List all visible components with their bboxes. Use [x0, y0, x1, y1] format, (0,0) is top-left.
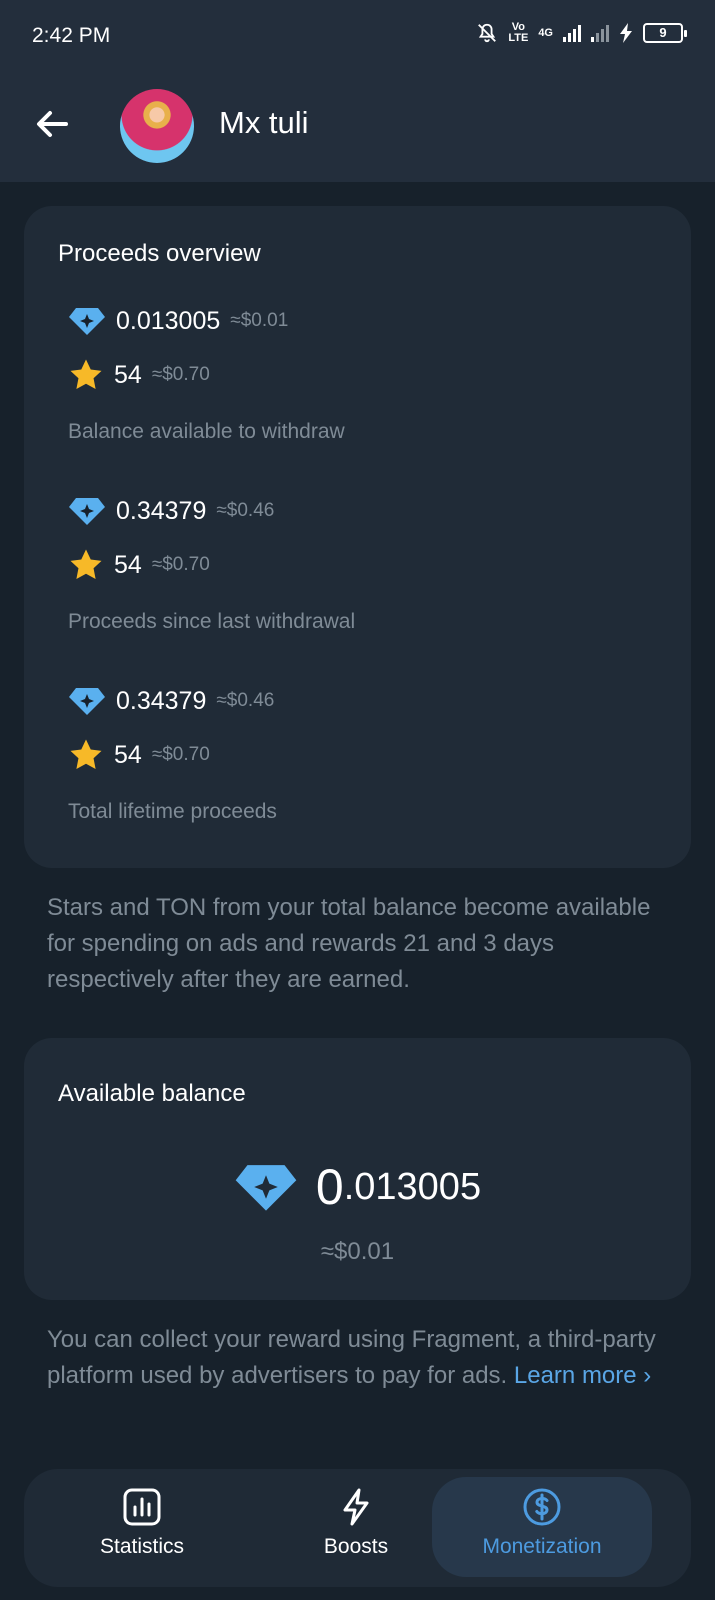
stars-balance-row: 54 ≈$0.70 — [68, 358, 210, 392]
stars-value: 54 — [114, 740, 142, 769]
stars-usd: ≈$0.70 — [151, 364, 210, 385]
bar-chart-icon — [123, 1488, 161, 1526]
info-note: Stars and TON from your total balance be… — [47, 894, 651, 993]
section-caption: Balance available to withdraw — [68, 420, 345, 443]
signal-strength-icon — [563, 24, 581, 42]
lightning-icon — [343, 1488, 369, 1526]
available-balance-title: Available balance — [58, 1080, 246, 1107]
ton-value: 0.34379 — [116, 496, 207, 525]
section-caption: Proceeds since last withdrawal — [68, 610, 356, 633]
stars-usd: ≈$0.70 — [151, 744, 210, 765]
notifications-off-icon — [478, 23, 497, 43]
stars-balance-row: 54 ≈$0.70 — [68, 738, 210, 772]
tab-statistics[interactable]: Statistics — [32, 1477, 252, 1577]
ton-usd: ≈$0.46 — [216, 500, 275, 521]
ton-diamond-icon — [69, 308, 105, 335]
signal-strength-secondary-icon — [591, 24, 609, 42]
learn-more-link[interactable]: Learn more › — [514, 1362, 651, 1389]
star-icon — [70, 739, 102, 770]
ton-usd: ≈$0.46 — [216, 690, 275, 711]
volte-indicator: Vo LTE — [508, 22, 528, 44]
available-balance-card: Available balance 0 .013005 ≈$0.01 — [24, 1038, 691, 1300]
ton-value: 0.34379 — [116, 686, 207, 715]
ton-usd: ≈$0.01 — [230, 310, 289, 331]
star-icon — [70, 359, 102, 390]
bottom-tab-bar: Statistics Boosts Monetization — [24, 1469, 691, 1587]
avatar[interactable] — [120, 89, 194, 163]
arrow-left-icon[interactable] — [30, 102, 74, 146]
ton-balance-row: 0.34379 ≈$0.46 — [68, 686, 274, 716]
balance-usd: ≈$0.01 — [320, 1238, 395, 1265]
page-title: Mx tuli — [219, 105, 309, 140]
ton-balance-row: 0.34379 ≈$0.46 — [68, 496, 274, 526]
proceeds-overview-card: Proceeds overview 0.013005 ≈$0.01 54 ≈$0… — [24, 206, 691, 868]
stars-balance-row: 54 ≈$0.70 — [68, 548, 210, 582]
tab-monetization[interactable]: Monetization — [432, 1477, 652, 1577]
stars-usd: ≈$0.70 — [151, 554, 210, 575]
ton-diamond-icon — [69, 688, 105, 715]
app-header: Mx tuli — [0, 72, 715, 182]
available-balance-amount: 0 .013005 — [24, 1158, 691, 1216]
volte-bottom-label: LTE — [508, 32, 529, 44]
proceeds-overview-title: Proceeds overview — [58, 240, 261, 267]
ton-value: 0.013005 — [116, 306, 221, 335]
tab-label: Statistics — [99, 1535, 185, 1558]
star-icon — [70, 549, 102, 580]
status-time: 2:42 PM — [32, 24, 111, 47]
battery-icon: 9 — [643, 23, 687, 43]
charging-icon — [620, 23, 632, 43]
ton-balance-row: 0.013005 ≈$0.01 — [68, 306, 288, 336]
dollar-coin-icon — [523, 1488, 561, 1526]
network-type: 4G — [538, 26, 553, 39]
ton-diamond-icon — [69, 498, 105, 525]
section-caption: Total lifetime proceeds — [68, 800, 277, 823]
status-bar: 2:42 PM Vo LTE 4G 9 — [0, 0, 715, 72]
stars-value: 54 — [114, 550, 142, 579]
balance-fraction: .013005 — [343, 1165, 482, 1208]
ton-diamond-icon — [235, 1165, 297, 1211]
fragment-note: You can collect your reward using Fragme… — [47, 1322, 677, 1394]
tab-label: Monetization — [482, 1535, 602, 1558]
balance-integer: 0 — [315, 1159, 344, 1215]
status-icons: Vo LTE 4G 9 — [476, 22, 687, 44]
stars-value: 54 — [114, 360, 142, 389]
